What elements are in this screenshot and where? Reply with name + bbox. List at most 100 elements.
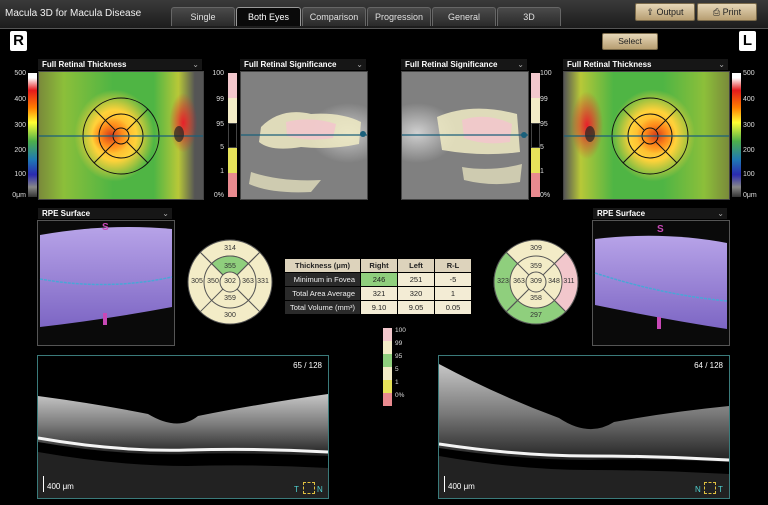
- left-significance-color-bar: [531, 73, 540, 197]
- thickness-color-bar: [28, 73, 37, 197]
- left-rpe-title: RPE Surface ⌄: [593, 208, 727, 219]
- right-significance-map[interactable]: [240, 71, 368, 200]
- significance-mini-legend: [383, 328, 392, 406]
- scale-label: 1: [220, 168, 224, 175]
- right-significance-color-bar: [228, 73, 237, 197]
- scale-bar: [43, 476, 44, 492]
- scale-label: 500: [14, 70, 26, 77]
- grid-inner-superior: 355: [224, 263, 236, 270]
- legend-label: 1: [395, 379, 399, 386]
- scale-label: 300: [14, 122, 26, 129]
- scale-label: 95: [216, 121, 224, 128]
- legend-label: 5: [395, 366, 399, 373]
- grid-center: 302: [224, 278, 236, 285]
- print-label: Print: [722, 7, 742, 17]
- left-oct-image: [439, 364, 729, 498]
- chevron-down-icon[interactable]: ⌄: [356, 59, 363, 70]
- output-button[interactable]: ⇪ Output: [635, 3, 695, 21]
- left-oct-bscan[interactable]: 64 / 128 400 μm N T: [438, 355, 730, 499]
- chevron-down-icon[interactable]: ⌄: [192, 59, 199, 70]
- right-etdrs-grid-overlay: [39, 97, 203, 175]
- orientation-icon: [303, 482, 315, 494]
- legend-label: 0%: [395, 392, 405, 399]
- left-thickness-scale-labels: 500 400 300 200 100 0μm: [743, 70, 763, 202]
- superior-label: S: [657, 224, 664, 235]
- chevron-down-icon[interactable]: ⌄: [517, 59, 524, 70]
- tab-comparison[interactable]: Comparison: [302, 7, 366, 26]
- scale-label: 200: [14, 147, 26, 154]
- right-oct-bscan[interactable]: 65 / 128 400 μm T N: [37, 355, 329, 499]
- left-rpe-surface-render: [594, 235, 728, 329]
- right-thickness-title: Full Retinal Thickness ⌄: [38, 59, 202, 70]
- chevron-down-icon[interactable]: ⌄: [162, 208, 169, 219]
- tab-single[interactable]: Single: [171, 7, 235, 26]
- printer-icon: ⎙: [712, 7, 721, 17]
- cell-left: 251: [397, 272, 436, 287]
- row-label: Minimum in Fovea: [283, 272, 362, 287]
- scale-label: 100: [743, 171, 755, 178]
- scale-label: 200: [743, 147, 755, 154]
- print-button[interactable]: ⎙ Print: [697, 3, 757, 21]
- right-rpe-surface-render: [39, 227, 173, 327]
- grid-inner-inferior: 358: [530, 295, 542, 302]
- tab-progression[interactable]: Progression: [367, 7, 431, 26]
- left-significance-map[interactable]: [401, 71, 529, 200]
- scale-label: 0%: [213, 192, 224, 199]
- legend-label: 99: [395, 340, 403, 347]
- scale-bar: [444, 476, 445, 492]
- scale-label: 0μm: [12, 192, 26, 199]
- table-header: Left: [397, 258, 436, 273]
- left-thickness-map[interactable]: [563, 71, 730, 200]
- scale-label: 5: [540, 144, 544, 151]
- tab-3d[interactable]: 3D: [497, 7, 561, 26]
- grid-inner-superior: 359: [530, 263, 542, 270]
- left-rpe-surface[interactable]: S: [592, 220, 730, 346]
- right-etdrs-grid: 314 305 331 300 355 350 363 359 302: [187, 239, 273, 325]
- select-button[interactable]: Select: [602, 33, 658, 50]
- left-etdrs-grid: 309 323 311 297 359 363 348 358 309: [493, 239, 579, 325]
- right-rpe-title: RPE Surface ⌄: [38, 208, 172, 219]
- orientation-icon: [704, 482, 716, 494]
- chevron-down-icon[interactable]: ⌄: [717, 208, 724, 219]
- scale-label: 0μm: [743, 192, 757, 199]
- scale-label: 100: [212, 70, 224, 77]
- tab-general[interactable]: General: [432, 7, 496, 26]
- right-rpe-surface[interactable]: S: [37, 220, 175, 346]
- superior-label: S: [102, 222, 109, 233]
- scale-label: 300: [743, 122, 755, 129]
- left-etdrs-grid-overlay: [564, 97, 729, 175]
- right-significance-title: Full Retinal Significance ⌄: [240, 59, 366, 70]
- cell-diff: 0.05: [434, 300, 473, 315]
- scale-label: 400: [14, 96, 26, 103]
- right-thickness-scale-labels: 500 400 300 200 100 0μm: [6, 70, 26, 202]
- right-eye-indicator: R: [10, 31, 27, 51]
- grid-outer-inferior: 300: [224, 312, 236, 319]
- legend-label: 100: [395, 327, 406, 334]
- right-significance-scale-labels: 100 99 95 5 1 0%: [196, 70, 224, 202]
- table-row: Total Area Average 321 320 1: [283, 286, 473, 301]
- right-significance-overlay: [241, 112, 367, 193]
- right-thickness-map[interactable]: [38, 71, 204, 200]
- scale-label: 95: [540, 121, 548, 128]
- grid-outer-superior: 314: [224, 245, 236, 252]
- export-icon: ⇪: [646, 7, 654, 17]
- scale-label: 500: [743, 70, 755, 77]
- table-header: Thickness (μm): [283, 258, 362, 273]
- row-label: Total Volume (mm³): [283, 300, 362, 315]
- cell-left: 9.05: [397, 300, 436, 315]
- cell-diff: 1: [434, 286, 473, 301]
- table-header: R-L: [434, 258, 473, 273]
- tab-both-eyes[interactable]: Both Eyes: [236, 7, 301, 26]
- output-label: Output: [656, 7, 684, 17]
- chevron-down-icon[interactable]: ⌄: [718, 59, 725, 70]
- cell-right: 9.10: [360, 300, 399, 315]
- scale-label: 99: [216, 96, 224, 103]
- scale-label: 99: [540, 96, 548, 103]
- orientation-label: T: [718, 485, 723, 494]
- table-header: Right: [360, 258, 399, 273]
- table-row: Total Volume (mm³) 9.10 9.05 0.05: [283, 300, 473, 315]
- scale-label: 100: [14, 171, 26, 178]
- grid-center: 309: [530, 278, 542, 285]
- orientation-label: T: [294, 485, 299, 494]
- scale-label: 5: [220, 144, 224, 151]
